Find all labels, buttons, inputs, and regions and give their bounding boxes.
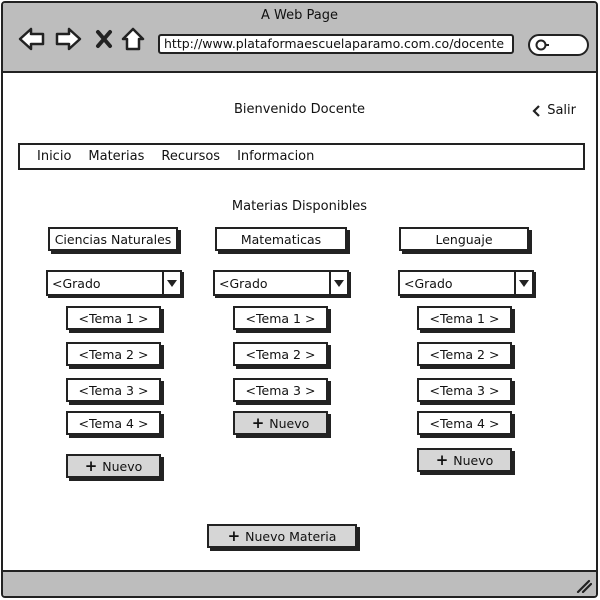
section-title: Materias Disponibles: [231, 199, 368, 214]
new-topic-button[interactable]: + Nuevo: [233, 411, 328, 435]
topic-button[interactable]: <Tema 4 >: [417, 411, 512, 435]
grade-select-value: <Grado: [404, 275, 453, 291]
subject-button-matematicas[interactable]: Matematicas: [215, 227, 347, 251]
menu-item-materias[interactable]: Materias: [88, 149, 144, 164]
topic-button[interactable]: <Tema 3 >: [66, 378, 161, 402]
window-title: A Web Page: [261, 8, 338, 23]
topic-button[interactable]: <Tema 3 >: [233, 378, 328, 402]
topic-button[interactable]: <Tema 2 >: [233, 342, 328, 366]
menu-item-inicio[interactable]: Inicio: [37, 149, 71, 164]
new-topic-button[interactable]: + Nuevo: [66, 454, 161, 478]
browser-search-input[interactable]: [528, 34, 589, 56]
browser-window: A Web Page http://www.plataformaescuelap…: [1, 1, 598, 598]
chevron-down-icon: [514, 272, 532, 294]
chevron-left-icon: [532, 104, 540, 117]
grade-select-matematicas[interactable]: <Grado: [213, 270, 349, 296]
new-topic-label: Nuevo: [102, 458, 143, 474]
new-topic-label: Nuevo: [269, 415, 310, 431]
stop-icon[interactable]: [89, 24, 119, 54]
home-icon[interactable]: [118, 24, 148, 54]
subject-button-ciencias-naturales[interactable]: Ciencias Naturales: [48, 227, 178, 251]
topic-button[interactable]: <Tema 3 >: [417, 378, 512, 402]
new-topic-label: Nuevo: [453, 452, 494, 468]
url-input[interactable]: http://www.plataformaescuelaparamo.com.c…: [158, 34, 514, 54]
topic-button[interactable]: <Tema 1 >: [233, 306, 328, 330]
menu-item-informacion[interactable]: Informacion: [237, 149, 314, 164]
plus-icon: +: [435, 451, 449, 469]
grade-select-value: <Grado: [219, 275, 268, 291]
main-menu: Inicio Materias Recursos Informacion: [18, 143, 585, 170]
new-topic-button[interactable]: + Nuevo: [417, 448, 512, 472]
topic-button[interactable]: <Tema 1 >: [417, 306, 512, 330]
chevron-down-icon: [162, 272, 180, 294]
subject-button-lenguaje[interactable]: Lenguaje: [399, 227, 529, 251]
topic-button[interactable]: <Tema 2 >: [417, 342, 512, 366]
topic-button[interactable]: <Tema 4 >: [66, 411, 161, 435]
logout-link[interactable]: Salir: [532, 103, 576, 118]
status-bar: [3, 570, 596, 596]
new-subject-label: Nuevo Materia: [245, 528, 337, 544]
back-arrow-icon[interactable]: [17, 24, 47, 54]
grade-select-ciencias-naturales[interactable]: <Grado: [46, 270, 182, 296]
chevron-down-icon: [329, 272, 347, 294]
topic-button[interactable]: <Tema 1 >: [66, 306, 161, 330]
resize-handle-icon[interactable]: [576, 579, 592, 593]
search-icon: [535, 39, 549, 51]
welcome-heading: Bienvenido Docente: [233, 102, 366, 117]
grade-select-lenguaje[interactable]: <Grado: [398, 270, 534, 296]
grade-select-value: <Grado: [52, 275, 101, 291]
plus-icon: +: [251, 414, 265, 432]
plus-icon: +: [227, 527, 241, 545]
menu-item-recursos[interactable]: Recursos: [161, 149, 220, 164]
topic-button[interactable]: <Tema 2 >: [66, 342, 161, 366]
plus-icon: +: [84, 457, 98, 475]
logout-label: Salir: [547, 103, 576, 118]
browser-chrome: A Web Page http://www.plataformaescuelap…: [3, 3, 596, 73]
new-subject-button[interactable]: + Nuevo Materia: [207, 524, 357, 548]
forward-arrow-icon[interactable]: [53, 24, 83, 54]
